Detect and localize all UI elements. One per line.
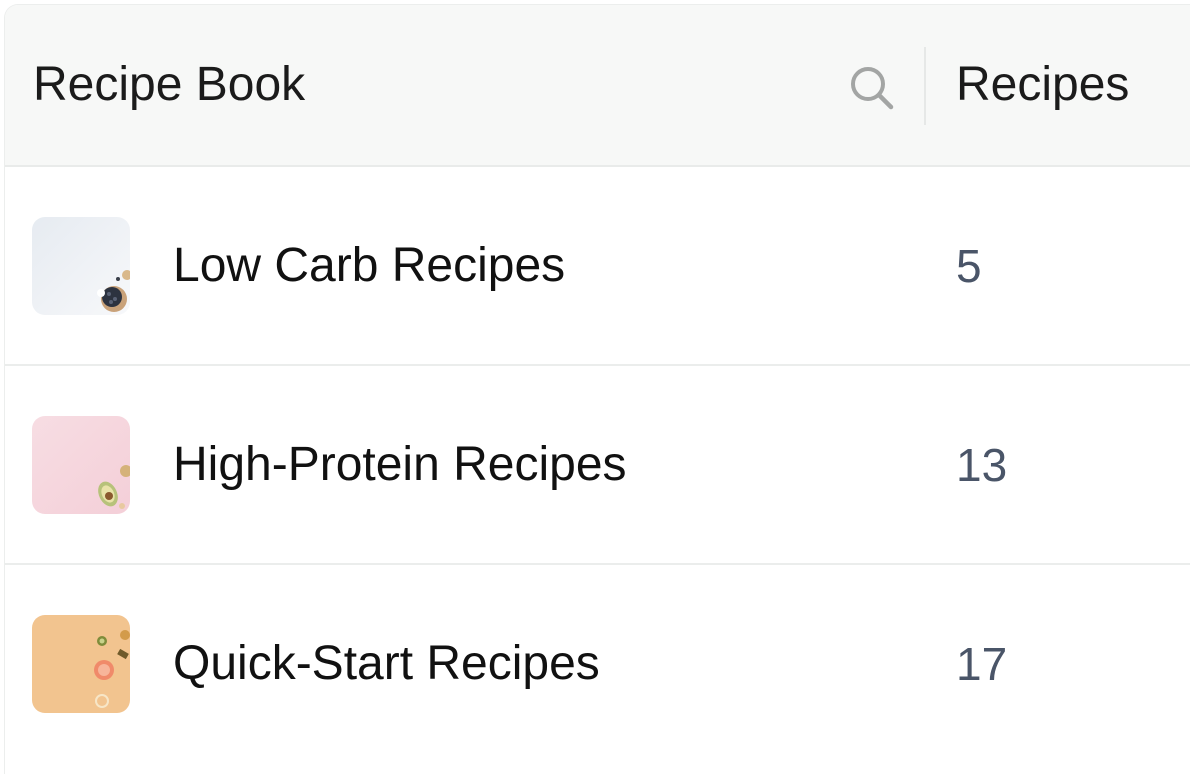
- recipe-count: 13: [956, 439, 1008, 491]
- list-item[interactable]: Low Carb Recipes 5: [5, 167, 1190, 366]
- high-protein-thumbnail: [32, 416, 130, 514]
- recipe-count: 17: [956, 638, 1008, 690]
- search-button[interactable]: [845, 61, 897, 113]
- recipes-column-header[interactable]: Recipes: [956, 57, 1129, 113]
- recipe-collection-name: Quick-Start Recipes: [173, 637, 600, 690]
- page-title: Recipe Book: [33, 58, 306, 111]
- header-divider: [924, 47, 926, 125]
- recipe-collection-name: High-Protein Recipes: [173, 438, 627, 491]
- recipe-collection-name: Low Carb Recipes: [173, 239, 566, 292]
- recipe-count: 5: [956, 240, 982, 292]
- table-header: Recipe Book Recipes: [5, 5, 1190, 167]
- list-item[interactable]: Quick-Start Recipes 17: [5, 565, 1190, 764]
- low-carb-thumbnail: [32, 217, 130, 315]
- quick-start-thumbnail: [32, 615, 130, 713]
- recipe-book-panel: Recipe Book Recipes Low Carb Recipes 5 H…: [4, 4, 1190, 774]
- search-icon: [851, 67, 894, 110]
- list-item[interactable]: High-Protein Recipes 13: [5, 366, 1190, 565]
